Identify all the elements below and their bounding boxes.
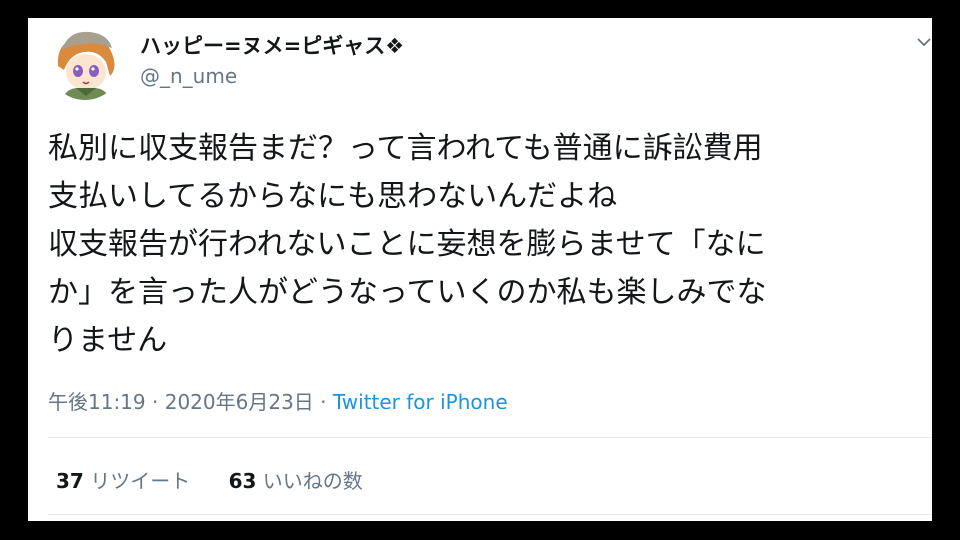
tweet-card: ハッピー=ヌメ=ピギャス❖ @_n_ume 私別に収支報告まだ？って言われても普… (28, 18, 932, 521)
tweet-text-line: 支払いしてるからなにも思わないんだよね (48, 179, 618, 214)
avatar-image (48, 26, 122, 100)
retweet-label: リツイート (90, 469, 191, 493)
tweet-text-line: 収支報告が行われないことに妄想を膨らませて「なに (48, 227, 766, 262)
like-label: いいねの数 (262, 469, 363, 493)
tweet-stats: 37 リツイート 63 いいねの数 (56, 465, 363, 494)
divider (48, 437, 932, 438)
separator: · (320, 390, 327, 414)
tweet-metadata: 午後11:19 · 2020年6月23日 · Twitter for iPhon… (48, 386, 508, 415)
tweet-source-link[interactable]: Twitter for iPhone (333, 390, 508, 414)
divider (48, 514, 932, 515)
like-count-link[interactable]: 63 いいねの数 (229, 465, 363, 494)
author-name-text: ハッピー=ヌメ=ピギャス (140, 34, 386, 58)
tweet-time[interactable]: 午後11:19 (48, 390, 146, 414)
avatar[interactable] (48, 26, 122, 100)
author-display-name[interactable]: ハッピー=ヌメ=ピギャス❖ (140, 30, 404, 60)
retweet-count-link[interactable]: 37 リツイート (56, 465, 190, 494)
author-handle[interactable]: @_n_ume (140, 64, 237, 88)
tweet-text-line: りません (48, 323, 168, 358)
like-count: 63 (228, 469, 257, 493)
separator: · (152, 390, 159, 414)
sparkle-icon: ❖ (385, 34, 405, 58)
tweet-text-line: か」を言った人がどうなっていくのか私も楽しみでな (48, 275, 767, 310)
chevron-down-icon[interactable] (916, 34, 932, 50)
tweet-date[interactable]: 2020年6月23日 (165, 390, 314, 414)
retweet-count: 37 (56, 469, 84, 493)
tweet-text-line: 私別に収支報告まだ？って言われても普通に訴訟費用 (48, 131, 763, 166)
tweet-text: 私別に収支報告まだ？って言われても普通に訴訟費用 支払いしてるからなにも思わない… (48, 125, 928, 365)
